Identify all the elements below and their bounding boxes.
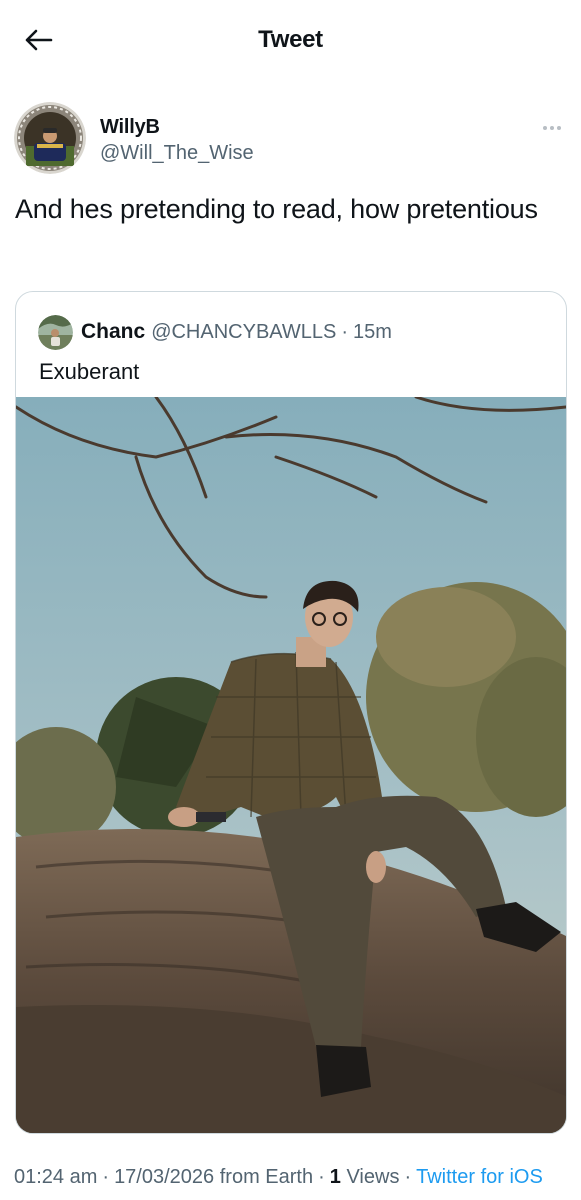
author-display-name[interactable]: WillyB [100, 116, 160, 139]
views-count: 1 [329, 1166, 341, 1188]
quoted-tweet-text: Exuberant [39, 359, 140, 384]
quoted-tweet-time[interactable]: 15m [353, 321, 392, 344]
separator-dot: · [318, 1166, 325, 1188]
quoted-tweet-card[interactable]: Chanc @CHANCYBAWLLS · 15m Exuberant [15, 291, 567, 1134]
page-title: Tweet [258, 26, 323, 53]
more-options-button[interactable] [537, 118, 567, 138]
author-avatar[interactable] [14, 102, 86, 174]
tweet-source-link[interactable]: Twitter for iOS [416, 1166, 543, 1188]
separator-dot: · [341, 320, 349, 343]
quoted-author-display-name[interactable]: Chanc [81, 320, 145, 344]
top-bar: Tweet [0, 0, 581, 80]
separator-dot: · [102, 1166, 110, 1188]
quoted-avatar-image [38, 314, 73, 350]
avatar-image [14, 102, 86, 174]
quoted-tweet-header: Chanc @CHANCYBAWLLS · 15m [38, 314, 392, 350]
tweet-meta: 01:24 am · 17/03/2026 from Earth · 1 Views · T… [14, 1166, 543, 1189]
quoted-author-handle[interactable]: @CHANCYBAWLLS [151, 321, 336, 344]
quoted-tweet-photo[interactable] [16, 397, 567, 1134]
views-label: Views [346, 1166, 400, 1188]
tweet-text: And hes pretending to read, how pretenti… [15, 194, 538, 224]
more-horizontal-icon [543, 126, 547, 130]
separator-dot: · [404, 1166, 412, 1188]
author-handle[interactable]: @Will_The_Wise [100, 142, 254, 165]
quoted-author-avatar[interactable] [38, 314, 73, 350]
tweet-time[interactable]: 01:24 am [14, 1166, 97, 1188]
tweet-date[interactable]: 17/03/2026 [114, 1166, 214, 1188]
tweet-author: WillyB @Will_The_Wise [14, 102, 569, 176]
tweet-location: from Earth [219, 1166, 314, 1188]
